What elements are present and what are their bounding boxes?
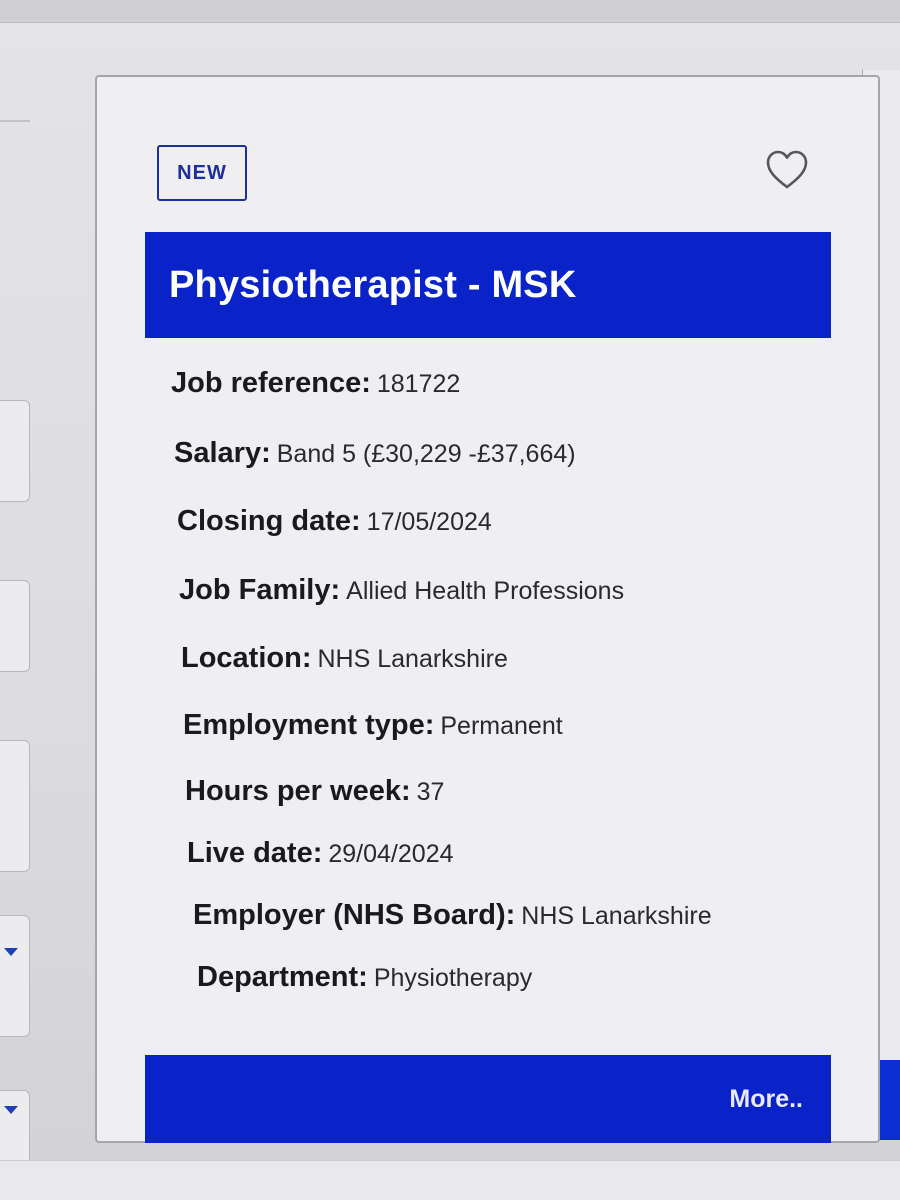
new-badge: NEW (157, 145, 247, 201)
detail-label: Department: (197, 961, 368, 993)
detail-label: Salary: (174, 437, 271, 469)
detail-value: 29/04/2024 (328, 840, 454, 868)
heart-outline-icon[interactable] (765, 149, 809, 191)
detail-label: Location: (181, 642, 312, 674)
filter-field[interactable] (0, 740, 30, 872)
detail-label: Live date: (187, 837, 323, 869)
caret-down-icon[interactable] (4, 948, 18, 956)
filter-field[interactable] (0, 400, 30, 502)
more-link[interactable]: More.. (729, 1085, 803, 1114)
detail-value: 37 (416, 778, 445, 806)
job-title[interactable]: Physiotherapist - MSK (169, 264, 577, 307)
detail-row-job-family: Job Family: Allied Health Professions (179, 574, 624, 607)
detail-value: NHS Lanarkshire (317, 645, 508, 673)
detail-value: Physiotherapy (373, 964, 533, 992)
top-panel-edge (0, 0, 900, 23)
detail-row-employment-type: Employment type: Permanent (183, 709, 563, 742)
detail-row-employer: Employer (NHS Board): NHS Lanarkshire (193, 899, 712, 932)
detail-value: Band 5 (£30,229 -£37,664) (276, 440, 576, 468)
detail-label: Employment type: (183, 709, 435, 741)
detail-label: Hours per week: (185, 775, 411, 807)
filter-field[interactable] (0, 580, 30, 672)
detail-row-hours-per-week: Hours per week: 37 (185, 775, 444, 808)
detail-row-location: Location: NHS Lanarkshire (181, 642, 508, 675)
detail-label: Job Family: (179, 574, 341, 606)
detail-label: Job reference: (171, 367, 371, 399)
card-footer: More.. (145, 1055, 831, 1143)
detail-value: Permanent (440, 712, 563, 740)
monitor-bottom-edge (0, 1160, 900, 1200)
detail-row-live-date: Live date: 29/04/2024 (187, 837, 454, 870)
detail-row-department: Department: Physiotherapy (197, 961, 532, 994)
detail-row-job-reference: Job reference: 181722 (171, 367, 460, 400)
detail-value: 17/05/2024 (366, 508, 492, 536)
detail-label: Closing date: (177, 505, 361, 537)
caret-down-icon[interactable] (4, 1106, 18, 1114)
sidebar-divider (0, 120, 30, 122)
filter-dropdown[interactable] (0, 915, 30, 1037)
detail-row-closing-date: Closing date: 17/05/2024 (177, 505, 492, 538)
job-title-bar[interactable]: Physiotherapist - MSK (145, 232, 831, 338)
job-card[interactable]: NEW Physiotherapist - MSK Job reference:… (95, 75, 880, 1143)
detail-value: Allied Health Professions (346, 577, 625, 605)
detail-value: 181722 (376, 370, 461, 398)
screen: NEW Physiotherapist - MSK Job reference:… (0, 0, 900, 1200)
detail-label: Employer (NHS Board): (193, 899, 516, 931)
detail-row-salary: Salary: Band 5 (£30,229 -£37,664) (174, 437, 576, 470)
filter-sidebar (0, 40, 44, 1200)
detail-value: NHS Lanarkshire (521, 902, 712, 930)
